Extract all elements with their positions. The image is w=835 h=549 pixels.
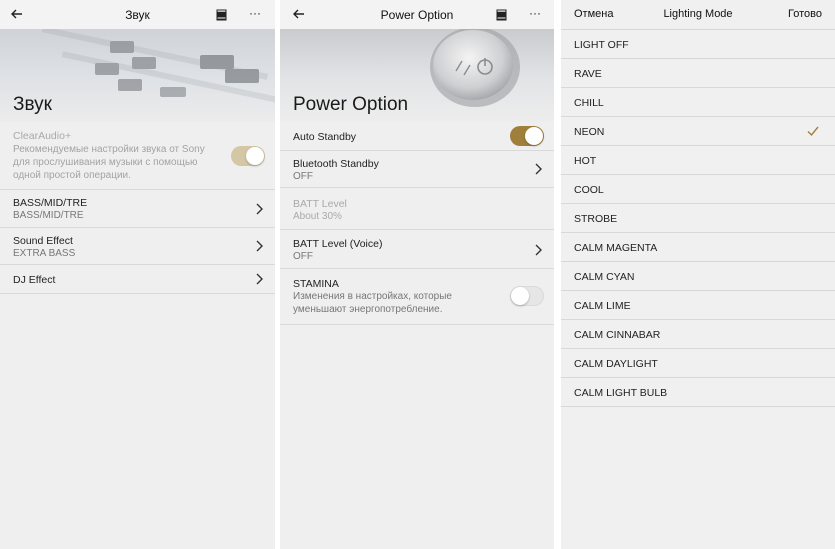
- sound-hero: Звук: [0, 29, 275, 122]
- power-option-screen: Power Option ··· Power Option Auto Stand…: [280, 0, 554, 549]
- mode-label: CALM MAGENTA: [574, 242, 658, 254]
- bass-mid-tre-value: BASS/MID/TRE: [13, 210, 84, 221]
- chevron-right-icon: [535, 244, 542, 256]
- dj-effect-row[interactable]: DJ Effect: [0, 265, 275, 294]
- lighting-mode-item[interactable]: HOT: [561, 146, 835, 175]
- stamina-label: STAMINA: [293, 278, 339, 290]
- lighting-mode-item[interactable]: COOL: [561, 175, 835, 204]
- cancel-button[interactable]: Отмена: [574, 8, 613, 20]
- mode-label: CALM CINNABAR: [574, 329, 661, 341]
- bass-mid-tre-label: BASS/MID/TRE: [13, 197, 88, 209]
- clearaudio-desc-line2: для прослушивания музыки с помощью: [13, 157, 198, 168]
- lighting-mode-item-selected[interactable]: NEON: [561, 117, 835, 146]
- power-hero: Power Option: [280, 29, 554, 122]
- clearaudio-desc-line3: одной простой операции.: [13, 170, 131, 181]
- bluetooth-standby-value: OFF: [293, 171, 313, 182]
- done-button[interactable]: Готово: [788, 8, 822, 20]
- sound-effect-label: Sound Effect: [13, 235, 73, 247]
- toggle-knob: [511, 287, 529, 305]
- batt-level-value: About 30%: [293, 211, 342, 222]
- sound-effect-value: EXTRA BASS: [13, 248, 76, 259]
- toggle-knob: [246, 147, 264, 165]
- bass-mid-tre-row[interactable]: BASS/MID/TRE BASS/MID/TRE: [0, 190, 275, 228]
- batt-level-voice-value: OFF: [293, 251, 313, 262]
- mode-label: RAVE: [574, 68, 602, 80]
- clearaudio-desc-line1: Рекомендуемые настройки звука от Sony: [13, 144, 205, 155]
- batt-level-voice-row[interactable]: BATT Level (Voice) OFF: [280, 230, 554, 269]
- batt-level-voice-label: BATT Level (Voice): [293, 238, 383, 250]
- bluetooth-standby-label: Bluetooth Standby: [293, 158, 379, 170]
- auto-standby-row: Auto Standby: [280, 122, 554, 151]
- checkmark-icon: [807, 126, 819, 137]
- chevron-right-icon: [256, 203, 263, 215]
- lighting-mode-item[interactable]: CALM CINNABAR: [561, 320, 835, 349]
- dj-effect-label: DJ Effect: [13, 274, 56, 286]
- sound-title: Звук: [125, 7, 150, 22]
- sound-top-bar: Звук ···: [0, 0, 275, 29]
- store-icon[interactable]: [496, 9, 507, 21]
- lighting-mode-item[interactable]: LIGHT OFF: [561, 30, 835, 59]
- batt-level-row: BATT Level About 30%: [280, 188, 554, 230]
- arrow-left-icon[interactable]: [292, 7, 306, 21]
- mode-label: CALM LIGHT BULB: [574, 387, 668, 399]
- stamina-toggle[interactable]: [510, 286, 544, 306]
- store-icon[interactable]: [216, 9, 227, 21]
- clearaudio-toggle[interactable]: [231, 146, 265, 166]
- stamina-row: STAMINA Изменения в настройках, которые …: [280, 269, 554, 325]
- chevron-right-icon: [535, 163, 542, 175]
- mode-label: HOT: [574, 155, 597, 167]
- mode-label: CALM DAYLIGHT: [574, 358, 658, 370]
- lighting-top-bar: Lighting Mode Отмена Готово: [561, 0, 835, 29]
- auto-standby-toggle[interactable]: [510, 126, 544, 146]
- lighting-mode-item[interactable]: CALM LIME: [561, 291, 835, 320]
- lighting-mode-item[interactable]: CALM CYAN: [561, 262, 835, 291]
- more-horizontal-icon[interactable]: ···: [249, 6, 261, 20]
- mode-label: COOL: [574, 184, 604, 196]
- stamina-desc-line2: уменьшают энергопотребление.: [293, 304, 443, 315]
- chevron-right-icon: [256, 240, 263, 252]
- lighting-mode-item[interactable]: RAVE: [561, 59, 835, 88]
- batt-level-label: BATT Level: [293, 198, 347, 210]
- lighting-mode-item[interactable]: CALM MAGENTA: [561, 233, 835, 262]
- mode-label: STROBE: [574, 213, 618, 225]
- auto-standby-label: Auto Standby: [293, 131, 357, 143]
- lighting-mode-item[interactable]: CALM LIGHT BULB: [561, 378, 835, 407]
- sound-screen: Звук ··· Звук ClearAudio+ Рекомендуемые …: [0, 0, 275, 549]
- power-title: Power Option: [380, 7, 454, 22]
- mode-label: CHILL: [574, 97, 604, 109]
- mode-label: NEON: [574, 126, 605, 138]
- power-top-bar: Power Option ···: [280, 0, 554, 29]
- clearaudio-row: ClearAudio+ Рекомендуемые настройки звук…: [0, 122, 275, 190]
- stamina-desc-line1: Изменения в настройках, которые: [293, 291, 452, 302]
- power-hero-title: Power Option: [293, 94, 409, 115]
- toggle-knob: [525, 127, 543, 145]
- lighting-mode-item[interactable]: STROBE: [561, 204, 835, 233]
- mode-label: LIGHT OFF: [574, 39, 629, 51]
- sound-effect-row[interactable]: Sound Effect EXTRA BASS: [0, 228, 275, 265]
- mode-label: CALM LIME: [574, 300, 631, 312]
- chevron-right-icon: [256, 273, 263, 285]
- mode-label: CALM CYAN: [574, 271, 635, 283]
- lighting-mode-screen: Lighting Mode Отмена Готово LIGHT OFF RA…: [561, 0, 835, 549]
- more-horizontal-icon[interactable]: ···: [529, 6, 541, 20]
- arrow-left-icon[interactable]: [10, 7, 24, 21]
- clearaudio-label: ClearAudio+: [13, 130, 72, 142]
- sound-hero-title: Звук: [13, 94, 52, 115]
- lighting-mode-item[interactable]: CHILL: [561, 88, 835, 117]
- bluetooth-standby-row[interactable]: Bluetooth Standby OFF: [280, 151, 554, 188]
- lighting-mode-item[interactable]: CALM DAYLIGHT: [561, 349, 835, 378]
